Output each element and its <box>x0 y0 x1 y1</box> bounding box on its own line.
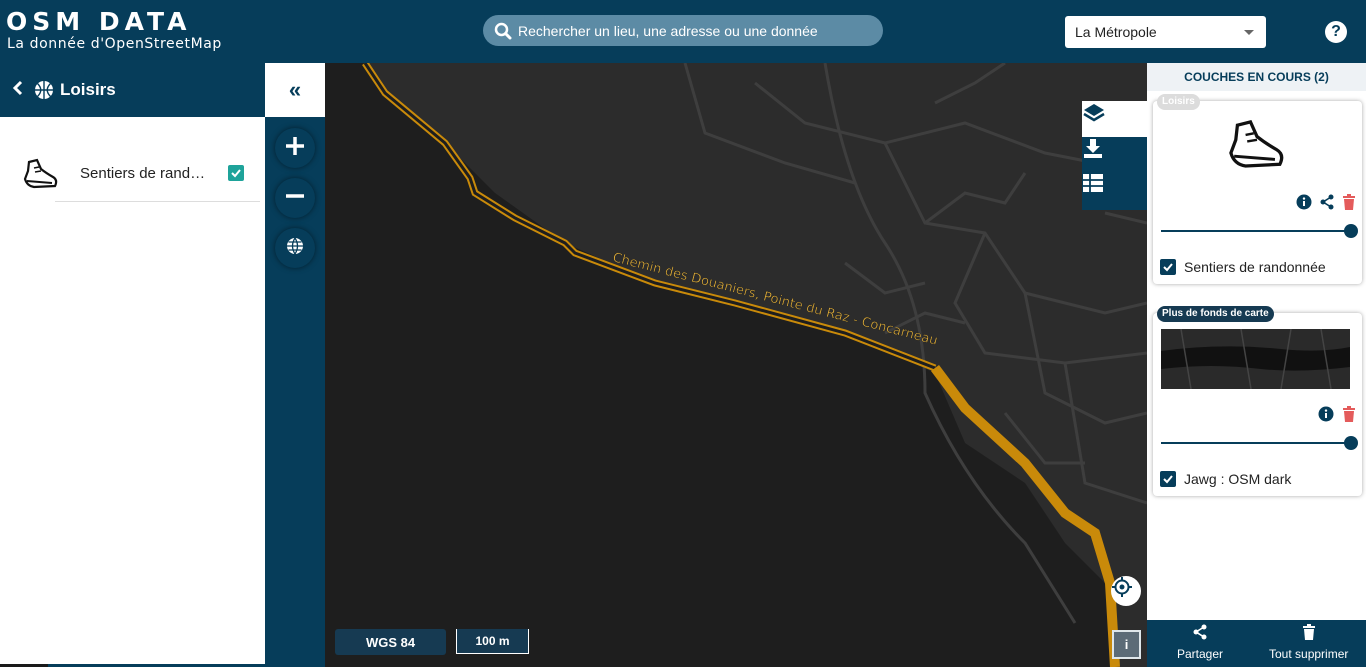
zoom-in-button[interactable] <box>275 128 315 168</box>
layer-checkbox[interactable] <box>1160 259 1176 275</box>
layer-label: Sentiers de randonnée <box>1184 259 1326 275</box>
delete-all-button[interactable]: Tout supprimer <box>1269 624 1348 661</box>
opacity-slider[interactable] <box>1161 436 1358 450</box>
scale-bar: 100 m <box>456 629 529 654</box>
layer-card-tag: Loisirs <box>1157 94 1200 110</box>
globe-button[interactable] <box>275 228 315 268</box>
plus-icon <box>284 135 306 162</box>
share-icon <box>1193 624 1207 643</box>
trash-icon[interactable] <box>1342 406 1356 427</box>
category-header: Loisirs <box>0 63 265 117</box>
map-tools-panel <box>1082 101 1147 210</box>
basemap-card: Plus de fonds de carte Jawg : OSM dark <box>1153 306 1362 496</box>
logo-title[interactable]: OSM DATA <box>6 9 191 35</box>
info-icon[interactable] <box>1318 406 1334 427</box>
zoom-out-button[interactable] <box>275 178 315 218</box>
map-canvas[interactable]: Chemin des Douaniers, Pointe du Raz - Co… <box>325 63 1147 667</box>
shoe-icon <box>22 157 60 195</box>
search-bar[interactable]: Rechercher un lieu, une adresse ou une d… <box>483 15 883 46</box>
active-layers-title: COUCHES EN COURS (2) <box>1147 63 1366 91</box>
search-input[interactable]: Rechercher un lieu, une adresse ou une d… <box>518 23 818 39</box>
basemap-toggle[interactable]: Jawg : OSM dark <box>1160 471 1291 487</box>
trash-icon[interactable] <box>1342 194 1356 215</box>
layer-checkbox[interactable] <box>228 165 244 181</box>
map-info-button[interactable]: i <box>1112 630 1141 659</box>
divider <box>55 201 260 202</box>
layer-label: Sentiers de randonnée <box>80 165 212 182</box>
shoe-icon <box>1225 117 1289 184</box>
download-button[interactable] <box>1082 137 1147 173</box>
locate-button[interactable] <box>1111 576 1141 606</box>
globe-icon <box>285 236 305 261</box>
logo-subtitle: La donnée d'OpenStreetMap <box>7 36 222 52</box>
basemap-thumbnail <box>1161 329 1350 389</box>
layer-card-actions <box>1296 194 1356 215</box>
slider-handle[interactable] <box>1344 224 1358 238</box>
share-icon[interactable] <box>1320 194 1334 215</box>
search-icon <box>493 21 513 41</box>
basemap-label: Jawg : OSM dark <box>1184 471 1292 487</box>
app-header: OSM DATA La donnée d'OpenStreetMap Reche… <box>0 0 1366 63</box>
layer-toggle[interactable]: Sentiers de randonnée <box>1160 259 1326 275</box>
map-roads: Chemin des Douaniers, Pointe du Raz - Co… <box>362 63 1147 667</box>
basemap-card-tag: Plus de fonds de carte <box>1157 306 1274 322</box>
active-layers-panel: COUCHES EN COURS (2) Loisirs Sentiers de… <box>1147 63 1366 667</box>
slider-handle[interactable] <box>1344 436 1358 450</box>
table-button[interactable] <box>1082 173 1147 209</box>
layers-button[interactable] <box>1082 101 1147 137</box>
basemap-card-actions <box>1318 406 1356 427</box>
layer-card: Loisirs Sentiers de randonnée <box>1153 94 1362 284</box>
opacity-slider[interactable] <box>1161 224 1358 238</box>
panel-footer: Partager Tout supprimer <box>1147 620 1366 667</box>
collapse-panel-button[interactable]: « <box>265 63 325 117</box>
trash-icon <box>1302 624 1316 643</box>
territory-select-value: La Métropole <box>1075 24 1157 40</box>
back-button[interactable] <box>12 80 28 101</box>
chevron-down-icon <box>1244 30 1254 35</box>
delete-all-label: Tout supprimer <box>1269 647 1349 661</box>
territory-select[interactable]: La Métropole <box>1065 16 1266 48</box>
left-panel: Loisirs Sentiers de randonnée <box>0 63 265 667</box>
share-button[interactable]: Partager <box>1177 624 1223 661</box>
help-button[interactable]: ? <box>1325 21 1347 43</box>
minus-icon <box>284 185 306 212</box>
basketball-icon <box>34 80 54 100</box>
projection-label: WGS 84 <box>335 629 446 655</box>
map-toolbar: « <box>265 63 325 667</box>
layer-item[interactable]: Sentiers de randonnée <box>0 149 265 201</box>
basemap-checkbox[interactable] <box>1160 471 1176 487</box>
info-icon[interactable] <box>1296 194 1312 215</box>
category-title: Loisirs <box>60 80 116 99</box>
share-label: Partager <box>1177 647 1224 661</box>
